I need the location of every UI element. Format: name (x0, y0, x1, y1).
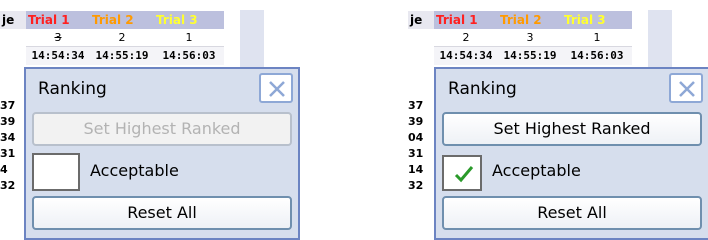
side-number: 39 (408, 115, 424, 128)
ranking-dialog: Ranking Set Highest Ranked Acceptable Re… (434, 67, 708, 240)
side-number: 39 (0, 115, 16, 128)
trial-3-header[interactable]: Trial 3 (562, 11, 632, 29)
row-label-header: je (408, 11, 434, 29)
acceptable-checkbox[interactable] (32, 153, 80, 191)
time-cell: 14:55:19 (498, 47, 562, 65)
acceptable-label: Acceptable (492, 161, 581, 180)
side-number: 31 (0, 147, 16, 160)
rank-cell: 1 (154, 29, 224, 47)
time-cell: 14:54:34 (434, 47, 498, 65)
rank-cell: 2 (434, 29, 498, 47)
trial-1-header[interactable]: Trial 1 (434, 11, 498, 29)
acceptable-checkbox[interactable] (442, 155, 482, 191)
close-icon (679, 81, 695, 97)
trial-3-header[interactable]: Trial 3 (154, 11, 224, 29)
dialog-title: Ranking (448, 79, 517, 99)
close-button[interactable] (259, 73, 293, 103)
rank-cell: 3 (498, 29, 562, 47)
acceptable-row: Acceptable (32, 153, 292, 193)
acceptable-label: Acceptable (90, 161, 179, 180)
checkmark-icon (454, 166, 474, 183)
time-cell: 14:55:19 (90, 47, 154, 65)
reset-all-button[interactable]: Reset All (442, 196, 702, 230)
side-number: 31 (408, 147, 424, 160)
side-row-numbers: 37 39 34 31 4 32 (0, 98, 26, 194)
set-highest-ranked-button[interactable]: Set Highest Ranked (32, 112, 292, 146)
row-label-header: je (0, 11, 26, 29)
rank-cell: 3 (26, 29, 90, 47)
time-cell: 14:56:03 (562, 47, 632, 65)
left-screenshot: je Trial 1 Trial 2 Trial 3 3 2 1 14:54:3… (0, 0, 300, 240)
ranking-dialog: Ranking Set Highest Ranked Acceptable Re… (24, 67, 300, 240)
side-number: 04 (408, 131, 424, 144)
side-number: 37 (408, 99, 424, 112)
close-icon (269, 81, 285, 97)
set-highest-ranked-button[interactable]: Set Highest Ranked (442, 112, 702, 146)
close-button[interactable] (669, 73, 703, 103)
time-cell: 14:56:03 (154, 47, 224, 65)
rank-cell: 2 (90, 29, 154, 47)
time-cell: 14:54:34 (26, 47, 90, 65)
side-number: 32 (408, 179, 424, 192)
side-number: 32 (0, 179, 16, 192)
right-screenshot: je Trial 1 Trial 2 Trial 3 2 3 1 14:54:3… (408, 0, 708, 240)
side-number: 37 (0, 99, 16, 112)
reset-all-button[interactable]: Reset All (32, 196, 292, 230)
side-number: 14 (408, 163, 424, 176)
trial-2-header[interactable]: Trial 2 (90, 11, 154, 29)
trials-table: je Trial 1 Trial 2 Trial 3 3 2 1 14:54:3… (0, 11, 270, 67)
side-row-numbers: 37 39 04 31 14 32 (408, 98, 434, 194)
rank-cell: 1 (562, 29, 632, 47)
side-number: 4 (0, 163, 8, 176)
trial-2-header[interactable]: Trial 2 (498, 11, 562, 29)
dialog-title: Ranking (38, 79, 107, 99)
acceptable-row: Acceptable (442, 153, 702, 193)
trial-1-header[interactable]: Trial 1 (26, 11, 90, 29)
side-number: 34 (0, 131, 16, 144)
trials-table: je Trial 1 Trial 2 Trial 3 2 3 1 14:54:3… (408, 11, 678, 67)
